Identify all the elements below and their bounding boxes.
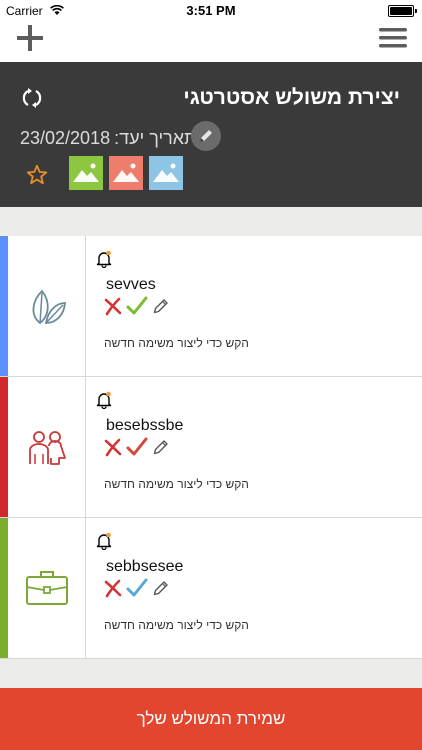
- edit-date-button[interactable]: [190, 121, 221, 151]
- mountain-icon: [73, 163, 99, 182]
- image-thumb-red[interactable]: [109, 156, 143, 190]
- delete-x-icon[interactable]: [104, 437, 122, 457]
- row-category-cell: [8, 518, 86, 658]
- nav-bar: [0, 22, 422, 62]
- goal-name: sebbsesee: [106, 558, 184, 575]
- new-task-hint[interactable]: הקש כדי ליצור משימה חדשה: [104, 618, 249, 632]
- row-actions: [104, 578, 170, 598]
- goal-row[interactable]: sevves הקש כדי ליצור משימה חדשה: [0, 236, 422, 377]
- battery-fill: [390, 7, 412, 15]
- check-icon[interactable]: [126, 296, 148, 316]
- row-actions: [104, 296, 170, 316]
- goal-row[interactable]: besebssbe הקש כדי ליצור משימה חדשה: [0, 377, 422, 518]
- check-icon[interactable]: [126, 578, 148, 598]
- goal-row[interactable]: sebbsesee הקש כדי ליצור משימה חדשה: [0, 518, 422, 659]
- status-bar: Carrier 3:51 PM: [0, 0, 422, 22]
- row-color-stripe: [0, 236, 8, 376]
- check-icon[interactable]: [126, 437, 148, 457]
- hamburger-menu-icon[interactable]: [378, 22, 408, 54]
- due-date-row: 23/02/2018 תאריך יעד:: [20, 121, 221, 152]
- pencil-icon[interactable]: [152, 438, 170, 456]
- people-icon: [28, 431, 66, 465]
- goal-list: sevves הקש כדי ליצור משימה חדשה besebssb…: [0, 236, 422, 659]
- briefcase-icon: [25, 571, 68, 605]
- page-title: יצירת משולש אסטרטגי: [183, 86, 400, 109]
- row-actions: [104, 437, 170, 457]
- row-color-stripe: [0, 377, 8, 517]
- star-icon[interactable]: [26, 164, 48, 186]
- battery-icon: [388, 5, 417, 17]
- pencil-icon[interactable]: [152, 579, 170, 597]
- bell-icon[interactable]: [96, 391, 112, 409]
- pencil-icon[interactable]: [152, 297, 170, 315]
- bell-icon[interactable]: [96, 250, 112, 268]
- save-triangle-button[interactable]: שמירת המשולש שלך: [0, 688, 422, 750]
- mountain-icon: [113, 163, 139, 182]
- row-color-stripe: [0, 518, 8, 658]
- row-category-cell: [8, 236, 86, 376]
- leaves-icon: [32, 289, 66, 325]
- row-category-cell: [8, 377, 86, 517]
- clock: 3:51 PM: [186, 3, 236, 18]
- new-task-hint[interactable]: הקש כדי ליצור משימה חדשה: [104, 336, 249, 350]
- refresh-icon[interactable]: [20, 86, 44, 110]
- pencil-icon: [199, 130, 212, 142]
- goal-name: sevves: [106, 276, 156, 293]
- delete-x-icon[interactable]: [104, 578, 122, 598]
- add-icon[interactable]: [14, 22, 46, 54]
- bell-icon[interactable]: [96, 532, 112, 550]
- new-task-hint[interactable]: הקש כדי ליצור משימה חדשה: [104, 477, 249, 491]
- due-date-label: תאריך יעד:: [114, 127, 197, 148]
- image-thumb-green[interactable]: [69, 156, 103, 190]
- due-date-value: 23/02/2018: [20, 127, 111, 148]
- triangle-header: יצירת משולש אסטרטגי 23/02/2018 תאריך יעד…: [0, 62, 422, 207]
- goal-name: besebssbe: [106, 417, 184, 434]
- image-thumb-blue[interactable]: [149, 156, 183, 190]
- mountain-icon: [153, 163, 179, 182]
- delete-x-icon[interactable]: [104, 296, 122, 316]
